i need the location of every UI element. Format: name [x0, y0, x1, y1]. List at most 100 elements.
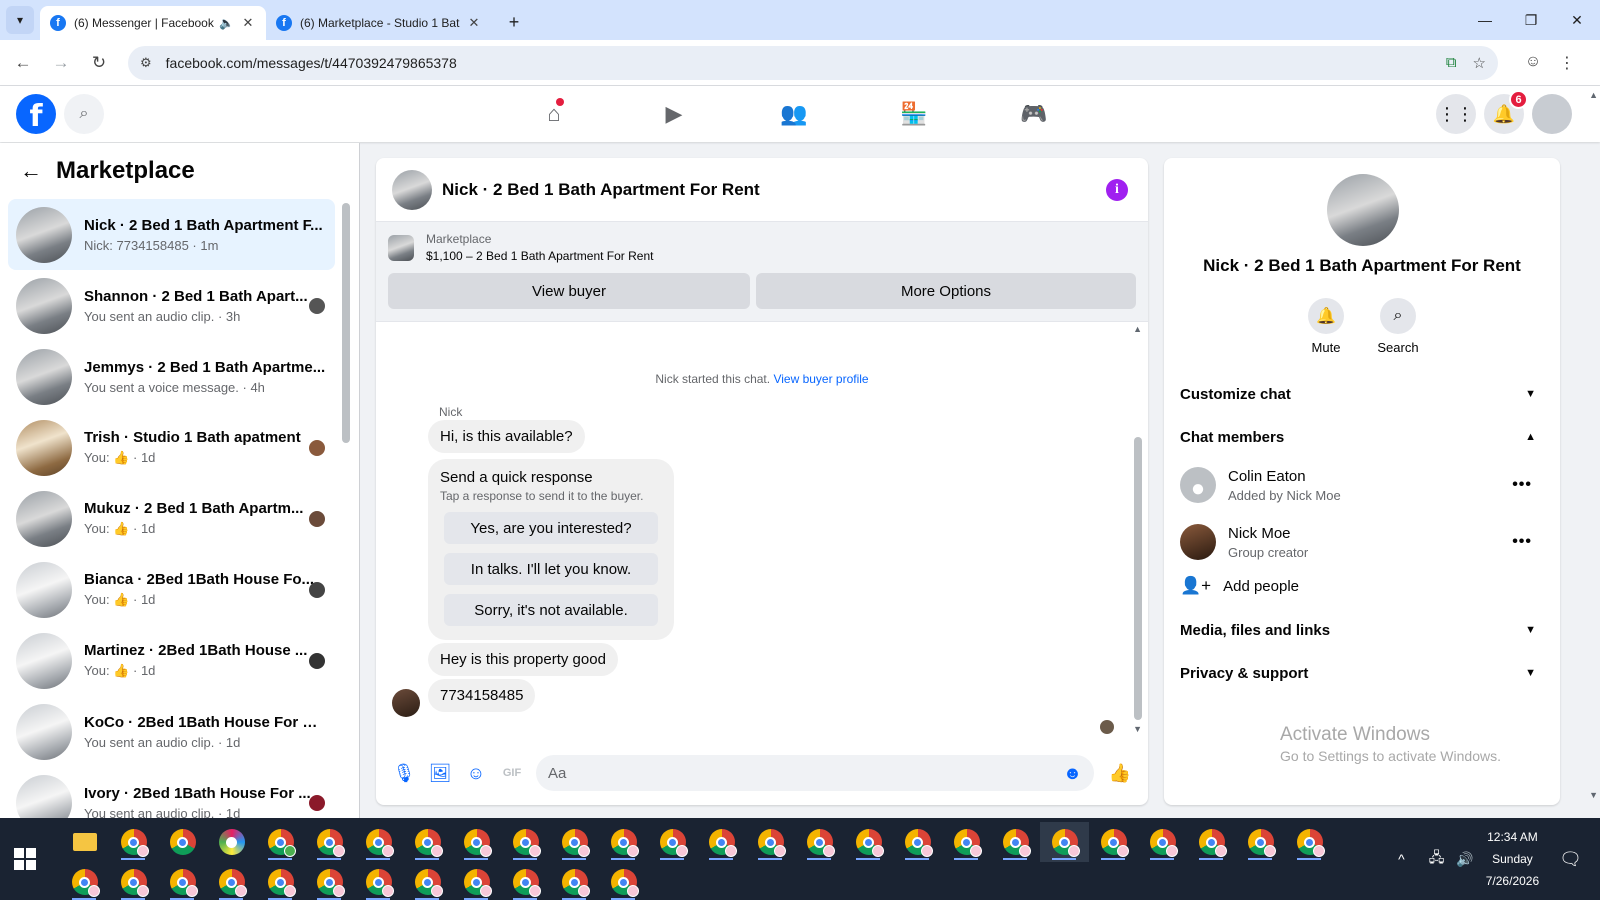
tab-marketplace[interactable]: f (6) Marketplace - Studio 1 Bath ✕ — [266, 6, 492, 40]
page-scroll-down-icon[interactable]: ▼ — [1589, 790, 1598, 800]
listing-thumbnail[interactable] — [388, 234, 414, 261]
chat-title[interactable]: Nick · 2 Bed 1 Bath Apartment For Rent — [442, 180, 1106, 200]
chrome-profile-icon[interactable] — [893, 822, 942, 862]
search-icon[interactable]: ⌕ — [64, 94, 104, 134]
url-text[interactable]: facebook.com/messages/t/4470392479865378 — [166, 55, 1430, 71]
chrome-profile-icon[interactable] — [452, 822, 501, 862]
tab-messenger[interactable]: f (6) Messenger | Facebook 🔈 ✕ — [40, 6, 266, 40]
conversation-item[interactable]: Nick · 2 Bed 1 Bath Apartment F... Nick:… — [8, 199, 335, 270]
quick-response-button[interactable]: Sorry, it's not available. — [444, 594, 658, 626]
message-scrollbar[interactable] — [1134, 437, 1142, 720]
chrome-profile-icon[interactable] — [795, 822, 844, 862]
quick-response-button[interactable]: In talks. I'll let you know. — [444, 553, 658, 585]
conversation-item[interactable]: Bianca · 2Bed 1Bath House Fo... You: 👍 ·… — [8, 554, 335, 625]
conversation-item[interactable]: Martinez · 2Bed 1Bath House ... You: 👍 ·… — [8, 625, 335, 696]
chrome-profile-icon[interactable] — [501, 822, 550, 862]
conversation-item[interactable]: Mukuz · 2 Bed 1 Bath Apartm... You: 👍 · … — [8, 483, 335, 554]
windows-start-icon[interactable] — [14, 848, 36, 870]
close-tab-icon[interactable]: ✕ — [466, 15, 482, 31]
chrome-profile-icon[interactable] — [354, 862, 403, 900]
chrome-profile-icon[interactable] — [1040, 822, 1089, 862]
conversation-list-scrollbar[interactable] — [342, 203, 350, 443]
chrome-icon[interactable] — [158, 822, 207, 862]
microphone-icon[interactable]: 🎙 — [386, 763, 422, 784]
chrome-profile-icon[interactable] — [60, 862, 109, 900]
gif-icon[interactable]: GIF — [494, 767, 530, 779]
marketplace-icon[interactable]: 🏪 — [854, 86, 974, 142]
menu-grid-icon[interactable]: ⋮⋮ — [1436, 94, 1476, 134]
customize-chat-section[interactable]: Customize chat ▼ — [1180, 376, 1544, 412]
conversation-item[interactable]: Ivory · 2Bed 1Bath House For ... You sen… — [8, 767, 335, 818]
chrome-profile-icon[interactable] — [942, 822, 991, 862]
file-explorer-icon[interactable] — [60, 822, 109, 862]
home-icon[interactable]: ⌂ — [494, 86, 614, 142]
more-options-icon[interactable]: ••• — [1512, 476, 1532, 494]
add-people-button[interactable]: 👤+ Add people — [1180, 576, 1299, 596]
site-info-icon[interactable]: ⚙ — [140, 55, 152, 71]
chrome-profile-icon[interactable] — [697, 822, 746, 862]
taskbar-clock[interactable]: 12:34 AM Sunday 7/26/2026 — [1486, 826, 1539, 892]
scroll-down-arrow-icon[interactable]: ▼ — [1133, 724, 1142, 734]
back-icon[interactable]: ← — [8, 48, 38, 78]
reload-icon[interactable]: ↻ — [84, 48, 114, 78]
chrome-profile-icon[interactable] — [1187, 822, 1236, 862]
chrome-profile-icon[interactable] — [746, 822, 795, 862]
message-bubble[interactable]: 7734158485 — [428, 679, 536, 712]
chrome-profile-icon[interactable] — [403, 822, 452, 862]
privacy-support-section[interactable]: Privacy & support ▼ — [1180, 655, 1544, 691]
chrome-profile-icon[interactable] — [1285, 822, 1334, 862]
member-row[interactable]: ● Colin Eaton Added by Nick Moe ••• — [1180, 460, 1544, 510]
sticker-icon[interactable]: ☺ — [458, 763, 494, 784]
notifications-bell-icon[interactable]: 🔔 6 — [1484, 90, 1528, 134]
chat-thumbnail-large[interactable] — [1327, 174, 1399, 246]
member-row[interactable]: Nick Moe Group creator ••• — [1180, 517, 1544, 567]
chrome-profile-icon[interactable] — [403, 862, 452, 900]
chrome-profile-icon[interactable] — [599, 862, 648, 900]
chrome-profile-icon[interactable] — [1089, 822, 1138, 862]
browser-menu-icon[interactable]: ⋮ — [1550, 53, 1584, 73]
quick-response-button[interactable]: Yes, are you interested? — [444, 512, 658, 544]
chrome-profile-icon[interactable] — [991, 822, 1040, 862]
conversation-item[interactable]: KoCo · 2Bed 1Bath House For Rent You sen… — [8, 696, 335, 767]
video-icon[interactable]: ▶ — [614, 86, 734, 142]
back-arrow-icon[interactable]: ← — [20, 158, 42, 184]
scroll-up-arrow-icon[interactable]: ▲ — [1133, 324, 1142, 334]
chrome-profile-icon[interactable] — [158, 862, 207, 900]
photo-icon[interactable]: 🖼 — [422, 763, 458, 784]
message-input[interactable]: Aa ☻ — [536, 755, 1094, 791]
info-icon[interactable]: i — [1106, 178, 1128, 201]
url-bar[interactable]: ⚙ facebook.com/messages/t/44703924798653… — [128, 45, 1498, 80]
new-tab-button[interactable]: + — [500, 8, 528, 36]
chrome-profile-icon[interactable] — [109, 822, 158, 862]
listing-price-title[interactable]: $1,100 – 2 Bed 1 Bath Apartment For Rent — [426, 249, 653, 263]
chrome-profile-icon[interactable] — [1236, 822, 1285, 862]
chrome-profile-icon[interactable] — [207, 862, 256, 900]
chrome-profile-icon[interactable] — [550, 822, 599, 862]
minimize-icon[interactable]: — — [1462, 0, 1508, 40]
install-app-icon[interactable]: ⧉ — [1446, 54, 1457, 71]
search-in-chat-button[interactable]: ⌕ Search — [1377, 298, 1419, 355]
conversation-item[interactable]: Shannon · 2 Bed 1 Bath Apart... You sent… — [8, 270, 335, 341]
friends-icon[interactable]: 👥 — [734, 86, 854, 142]
chrome-profile-icon[interactable] — [1138, 822, 1187, 862]
volume-icon[interactable]: 🔊 — [1456, 851, 1473, 868]
chrome-profile-icon[interactable] — [550, 862, 599, 900]
chrome-profile-icon[interactable] — [452, 862, 501, 900]
more-options-icon[interactable]: ••• — [1512, 533, 1532, 551]
chrome-profile-icon[interactable] — [501, 862, 550, 900]
media-files-section[interactable]: Media, files and links ▼ — [1180, 612, 1544, 648]
close-window-icon[interactable]: ✕ — [1554, 0, 1600, 40]
message-bubble[interactable]: Hi, is this available? — [428, 420, 585, 453]
page-scroll-up-icon[interactable]: ▲ — [1589, 90, 1598, 100]
chrome-profile-icon[interactable] — [256, 862, 305, 900]
view-buyer-profile-link[interactable]: View buyer profile — [773, 372, 868, 386]
gaming-icon[interactable]: 🎮 — [974, 86, 1094, 142]
chat-thumbnail[interactable] — [392, 169, 432, 210]
thumbs-up-send-icon[interactable]: 👍 — [1102, 763, 1138, 784]
chrome-profile-icon[interactable] — [354, 822, 403, 862]
message-bubble[interactable]: Hey is this property good — [428, 643, 618, 676]
audio-playing-icon[interactable]: 🔈 — [219, 16, 234, 30]
facebook-logo-icon[interactable]: f — [16, 94, 56, 134]
emoji-icon[interactable]: ☻ — [1063, 763, 1082, 784]
chrome-profile-icon[interactable] — [305, 822, 354, 862]
